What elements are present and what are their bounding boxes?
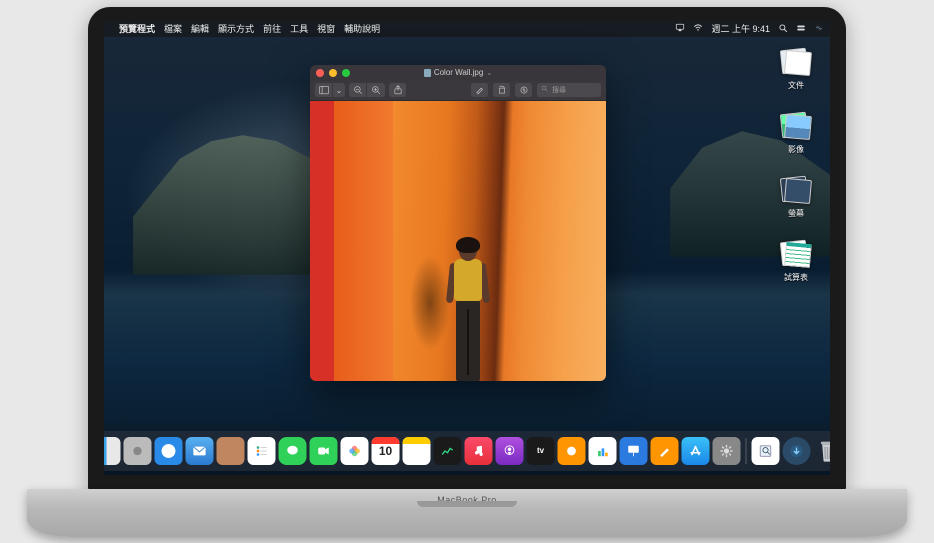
menubar-item-file[interactable]: 檔案	[164, 22, 182, 35]
dock-messages[interactable]	[279, 437, 307, 465]
desktop-stacks: 文件 影像 螢幕 試算表	[772, 47, 820, 283]
stack-label: 試算表	[784, 272, 808, 283]
rotate-button[interactable]	[493, 83, 511, 97]
menubar-item-edit[interactable]: 編輯	[191, 22, 209, 35]
menubar-item-help[interactable]: 輔助說明	[344, 22, 380, 35]
screen: 預覽程式 檔案 編輯 顯示方式 前往 工具 視窗 輔助說明 週二	[104, 21, 830, 475]
stack-images[interactable]: 影像	[772, 111, 820, 155]
dock-calendar[interactable]: 10	[372, 437, 400, 465]
stack-label: 螢幕	[788, 208, 804, 219]
search-placeholder: 搜尋	[552, 85, 566, 95]
control-center-icon[interactable]	[796, 23, 806, 35]
window-titlebar[interactable]: Color Wall.jpg ⌄	[310, 65, 606, 81]
minimize-button[interactable]	[329, 69, 337, 77]
window-title[interactable]: Color Wall.jpg ⌄	[424, 68, 492, 77]
dock-books[interactable]	[558, 437, 586, 465]
calendar-day: 10	[379, 444, 392, 458]
fullscreen-button[interactable]	[342, 69, 350, 77]
stack-spreadsheets[interactable]: 試算表	[772, 239, 820, 283]
dock-stocks[interactable]	[434, 437, 462, 465]
stack-label: 影像	[788, 144, 804, 155]
documents-stack-icon	[779, 47, 813, 77]
dock: 10 tv	[104, 431, 830, 471]
screen-bezel: 預覽程式 檔案 編輯 顯示方式 前往 工具 視窗 輔助說明 週二	[88, 7, 846, 493]
spreadsheets-stack-icon	[779, 239, 813, 269]
menubar-item-tools[interactable]: 工具	[290, 22, 308, 35]
dock-system-preferences[interactable]	[713, 437, 741, 465]
dock-music[interactable]	[465, 437, 493, 465]
dock-preview[interactable]	[752, 437, 780, 465]
image-viewport[interactable]	[310, 101, 606, 381]
menubar-app-name[interactable]: 預覽程式	[119, 22, 155, 35]
dock-appstore[interactable]	[682, 437, 710, 465]
dock-mail[interactable]	[186, 437, 214, 465]
images-stack-icon	[779, 111, 813, 141]
dock-podcasts[interactable]	[496, 437, 524, 465]
menubar-item-window[interactable]: 視窗	[317, 22, 335, 35]
dock-numbers[interactable]	[589, 437, 617, 465]
highlight-button[interactable]	[471, 83, 489, 97]
document-proxy-icon[interactable]	[424, 69, 431, 77]
dock-photos[interactable]	[341, 437, 369, 465]
markup-button[interactable]	[515, 83, 533, 97]
share-button[interactable]	[389, 83, 407, 97]
dock-tv[interactable]: tv	[527, 437, 555, 465]
dock-downloads[interactable]	[783, 437, 811, 465]
screenshots-stack-icon	[779, 175, 813, 205]
trackpad-notch	[417, 501, 517, 507]
dock-contacts[interactable]	[217, 437, 245, 465]
dock-separator	[746, 438, 747, 464]
menubar-clock[interactable]: 週二 上午 9:41	[711, 22, 770, 35]
dock-reminders[interactable]	[248, 437, 276, 465]
dock-keynote[interactable]	[620, 437, 648, 465]
dock-safari[interactable]	[155, 437, 183, 465]
siri-icon[interactable]	[814, 23, 824, 35]
stack-documents[interactable]: 文件	[772, 47, 820, 91]
tv-label: tv	[537, 446, 544, 455]
menubar-item-view[interactable]: 顯示方式	[218, 22, 254, 35]
spotlight-icon[interactable]	[778, 23, 788, 35]
window-controls	[316, 69, 350, 77]
dock-pages[interactable]	[651, 437, 679, 465]
dock-launchpad[interactable]	[124, 437, 152, 465]
dock-notes[interactable]	[403, 437, 431, 465]
macbook-frame: 預覽程式 檔案 編輯 顯示方式 前往 工具 視窗 輔助說明 週二	[27, 7, 907, 537]
chevron-down-icon[interactable]: ⌄	[486, 69, 492, 77]
stack-screenshots[interactable]: 螢幕	[772, 175, 820, 219]
zoom-in-button[interactable]	[367, 83, 385, 97]
wifi-icon[interactable]	[693, 23, 703, 35]
dock-finder[interactable]	[104, 437, 121, 465]
close-button[interactable]	[316, 69, 324, 77]
toolbar-search[interactable]: 搜尋	[537, 83, 601, 97]
window-title-text: Color Wall.jpg	[434, 68, 484, 77]
view-mode-dropdown[interactable]: ⌄	[333, 83, 345, 97]
dock-trash[interactable]	[814, 437, 831, 465]
airplay-icon[interactable]	[675, 23, 685, 35]
photo-subject	[440, 241, 496, 381]
menubar: 預覽程式 檔案 編輯 顯示方式 前往 工具 視窗 輔助說明 週二	[104, 21, 830, 37]
stack-label: 文件	[788, 80, 804, 91]
menubar-item-go[interactable]: 前往	[263, 22, 281, 35]
sidebar-toggle-button[interactable]	[315, 83, 333, 97]
dock-facetime[interactable]	[310, 437, 338, 465]
laptop-base: MacBook Pro	[27, 489, 907, 537]
search-icon	[541, 85, 549, 95]
preview-window: Color Wall.jpg ⌄ ⌄	[310, 65, 606, 381]
preview-toolbar: ⌄	[310, 81, 606, 101]
zoom-out-button[interactable]	[349, 83, 367, 97]
